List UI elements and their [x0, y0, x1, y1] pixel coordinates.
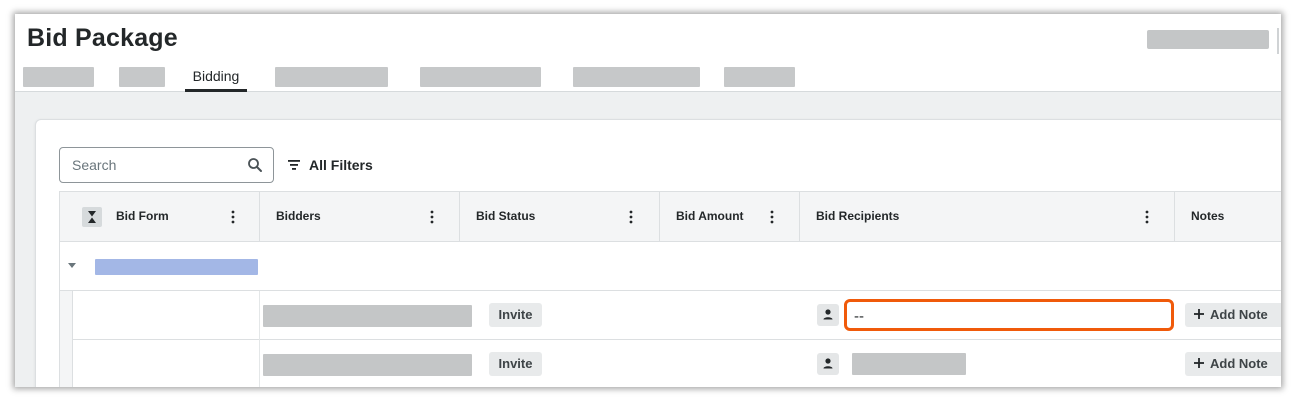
collapse-all-button[interactable]	[82, 207, 102, 227]
column-label-bid-amount: Bid Amount	[676, 209, 744, 223]
app-window: Bid Package Bidding All Filters	[15, 14, 1281, 387]
column-menu-icon[interactable]	[427, 209, 437, 225]
search-box[interactable]	[59, 147, 274, 183]
column-header-notes[interactable]: Notes	[1175, 192, 1281, 241]
all-filters-button[interactable]: All Filters	[287, 154, 373, 176]
invite-button[interactable]: Invite	[489, 352, 542, 376]
person-icon	[823, 309, 833, 320]
person-icon	[823, 358, 833, 369]
plus-icon	[1194, 309, 1204, 319]
bidder-name[interactable]	[263, 305, 472, 327]
table-row: Invite Add Note	[60, 340, 1281, 387]
column-label-bid-status: Bid Status	[476, 209, 536, 223]
tab-bidding[interactable]: Bidding	[185, 68, 247, 92]
tab-bidding-label: Bidding	[192, 68, 240, 84]
column-header-bidders[interactable]: Bidders	[260, 192, 460, 241]
add-note-button[interactable]: Add Note	[1185, 303, 1281, 327]
column-header-bid-amount[interactable]: Bid Amount	[660, 192, 800, 241]
column-menu-icon[interactable]	[767, 209, 777, 225]
page-header: Bid Package Bidding	[15, 14, 1281, 92]
bid-recipients-value[interactable]	[852, 353, 966, 375]
tab-5[interactable]	[420, 67, 541, 87]
recipient-avatar	[817, 304, 839, 326]
column-label-bidders: Bidders	[276, 209, 321, 223]
row-gutter	[60, 340, 73, 387]
collapse-all-icon	[88, 211, 96, 223]
caret-down-icon[interactable]	[67, 262, 77, 270]
tab-7[interactable]	[724, 67, 795, 87]
group-row[interactable]	[60, 242, 1281, 291]
bid-recipients-field[interactable]: --	[844, 299, 1174, 331]
column-label-bid-recipients: Bid Recipients	[816, 209, 900, 223]
column-header-bid-status[interactable]: Bid Status	[460, 192, 660, 241]
table-header-row: Bid Form Bidders Bid Status Bid Amount B…	[60, 192, 1281, 242]
search-input[interactable]	[61, 149, 241, 181]
bid-form-cell	[73, 291, 260, 340]
column-label-notes: Notes	[1191, 209, 1225, 223]
bid-form-cell	[73, 340, 260, 387]
row-gutter	[60, 291, 73, 340]
add-note-label: Add Note	[1210, 356, 1268, 371]
recipient-avatar	[817, 353, 839, 375]
add-note-label: Add Note	[1210, 307, 1268, 322]
plus-icon	[1194, 358, 1204, 368]
header-divider	[1277, 28, 1279, 54]
column-header-bid-form[interactable]: Bid Form	[60, 192, 260, 241]
page-title: Bid Package	[27, 24, 178, 52]
header-action-button[interactable]	[1147, 30, 1269, 49]
column-header-bid-recipients[interactable]: Bid Recipients	[800, 192, 1175, 241]
column-menu-icon[interactable]	[1142, 209, 1152, 225]
tab-6[interactable]	[573, 67, 700, 87]
search-icon[interactable]	[247, 157, 263, 173]
all-filters-label: All Filters	[309, 157, 373, 173]
tab-4[interactable]	[275, 67, 388, 87]
add-note-button[interactable]: Add Note	[1185, 352, 1281, 376]
group-name	[95, 259, 258, 275]
invite-button[interactable]: Invite	[489, 303, 542, 327]
bidder-name[interactable]	[263, 354, 472, 376]
tab-1[interactable]	[23, 67, 94, 87]
column-menu-icon[interactable]	[228, 209, 238, 225]
bid-recipients-value: --	[854, 308, 864, 325]
table-row: Invite -- Add Note	[60, 291, 1281, 340]
column-label-bid-form: Bid Form	[116, 209, 169, 223]
filter-icon	[288, 160, 300, 170]
tab-2[interactable]	[119, 67, 165, 87]
bids-table: Bid Form Bidders Bid Status Bid Amount B…	[59, 191, 1281, 387]
column-menu-icon[interactable]	[626, 209, 636, 225]
